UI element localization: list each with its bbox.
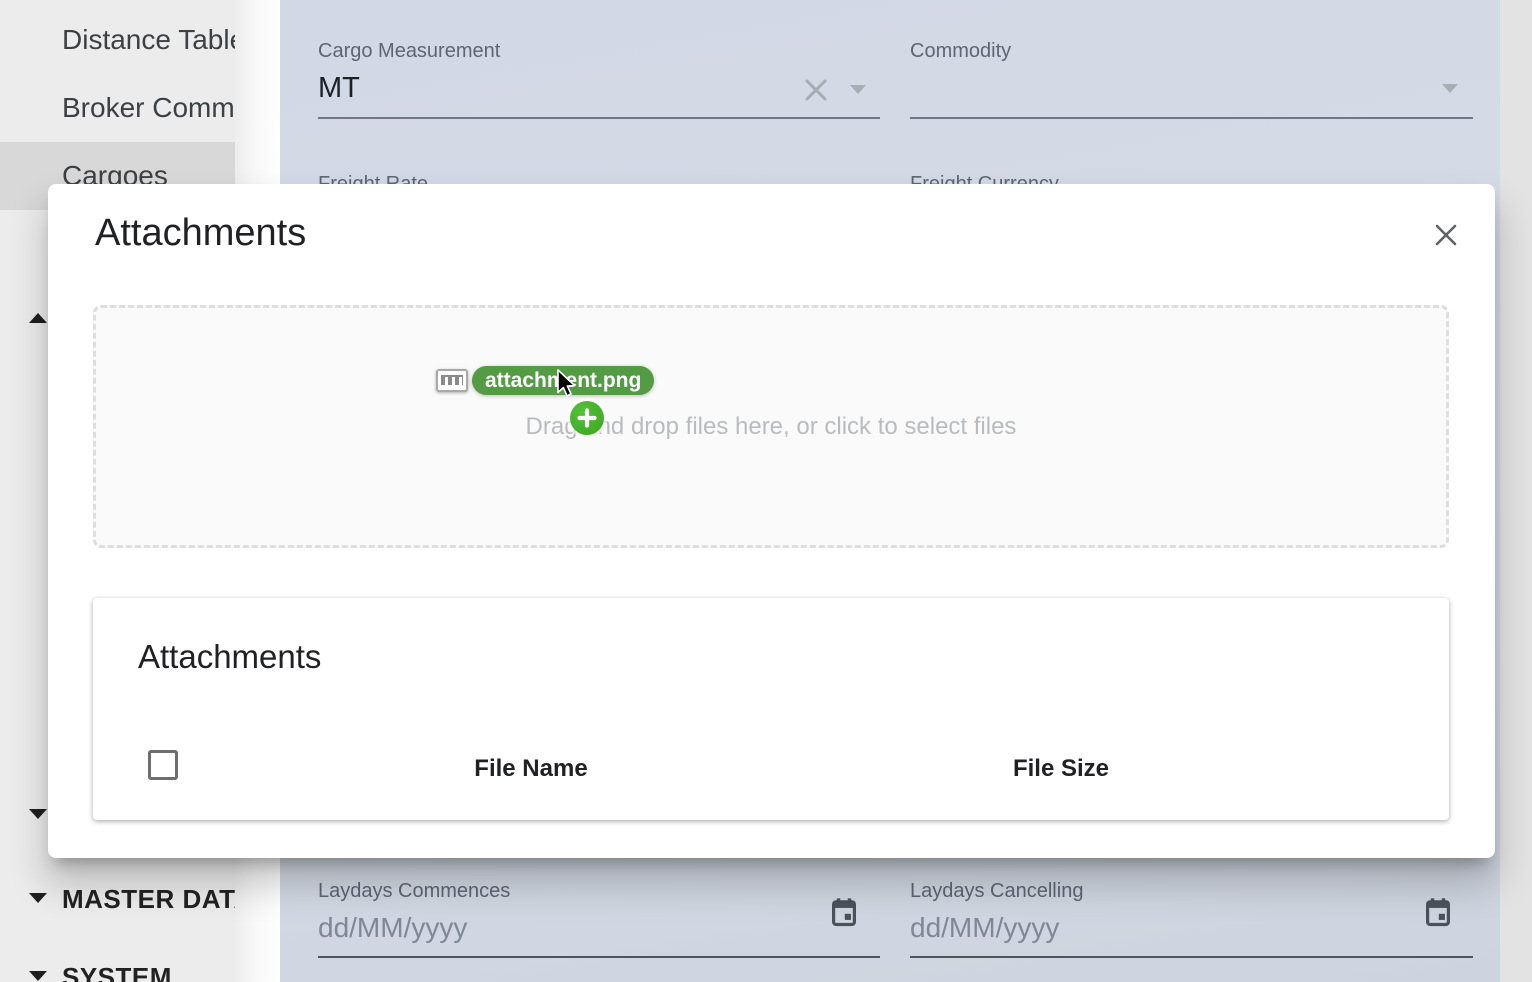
attachments-card-title: Attachments — [138, 638, 321, 676]
drag-ghost: attachment.png — [436, 366, 654, 395]
commodity-dropdown-icon[interactable] — [1442, 84, 1458, 93]
copy-plus-badge-icon — [570, 401, 604, 435]
sidebar-item-distance-table[interactable]: Distance Table — [62, 24, 235, 56]
collapse-up-icon[interactable] — [29, 313, 47, 323]
sidebar-section-master-data[interactable]: MASTER DATA — [62, 884, 235, 915]
sidebar-item-broker-commissions[interactable]: Broker Commi — [62, 92, 235, 124]
column-header-file-size: File Size — [911, 755, 1211, 783]
attachments-dialog: Attachments Drag and drop files here, or… — [48, 184, 1495, 858]
cargo-measurement-value[interactable]: MT — [318, 72, 360, 105]
laydays-commences-label: Laydays Commences — [318, 880, 510, 903]
laydays-cancelling-label: Laydays Cancelling — [910, 880, 1083, 903]
right-margin — [1500, 0, 1532, 982]
commodity-underline — [910, 117, 1473, 119]
cargo-measurement-underline — [318, 117, 880, 119]
close-icon[interactable] — [1429, 218, 1463, 252]
master-data-expand-icon[interactable] — [29, 893, 47, 903]
laydays-commences-calendar-icon[interactable] — [828, 897, 860, 929]
page: Distance Table Broker Commi Cargoes MAST… — [0, 0, 1532, 982]
attachments-table-card: Attachments File Name File Size — [93, 598, 1449, 820]
laydays-commences-input[interactable]: dd/MM/yyyy — [318, 912, 467, 944]
column-header-file-name: File Name — [381, 755, 681, 783]
dialog-title: Attachments — [95, 212, 306, 255]
file-dropzone[interactable]: Drag and drop files here, or click to se… — [93, 305, 1449, 548]
laydays-cancelling-input[interactable]: dd/MM/yyyy — [910, 912, 1059, 944]
sidebar-section-system[interactable]: SYSTEM — [62, 962, 172, 982]
laydays-commences-underline — [318, 956, 880, 958]
cargo-measurement-clear-icon[interactable] — [801, 75, 831, 105]
cargo-measurement-dropdown-icon[interactable] — [850, 85, 866, 94]
select-all-checkbox[interactable] — [148, 750, 178, 780]
mouse-cursor-icon — [554, 368, 581, 400]
commodity-label: Commodity — [910, 40, 1011, 63]
dragged-file-thumbnail-icon — [436, 369, 468, 392]
cargo-measurement-label: Cargo Measurement — [318, 40, 500, 63]
laydays-cancelling-underline — [910, 956, 1473, 958]
system-expand-icon[interactable] — [29, 971, 47, 981]
expand-down-icon[interactable] — [29, 809, 47, 819]
laydays-cancelling-calendar-icon[interactable] — [1422, 897, 1454, 929]
